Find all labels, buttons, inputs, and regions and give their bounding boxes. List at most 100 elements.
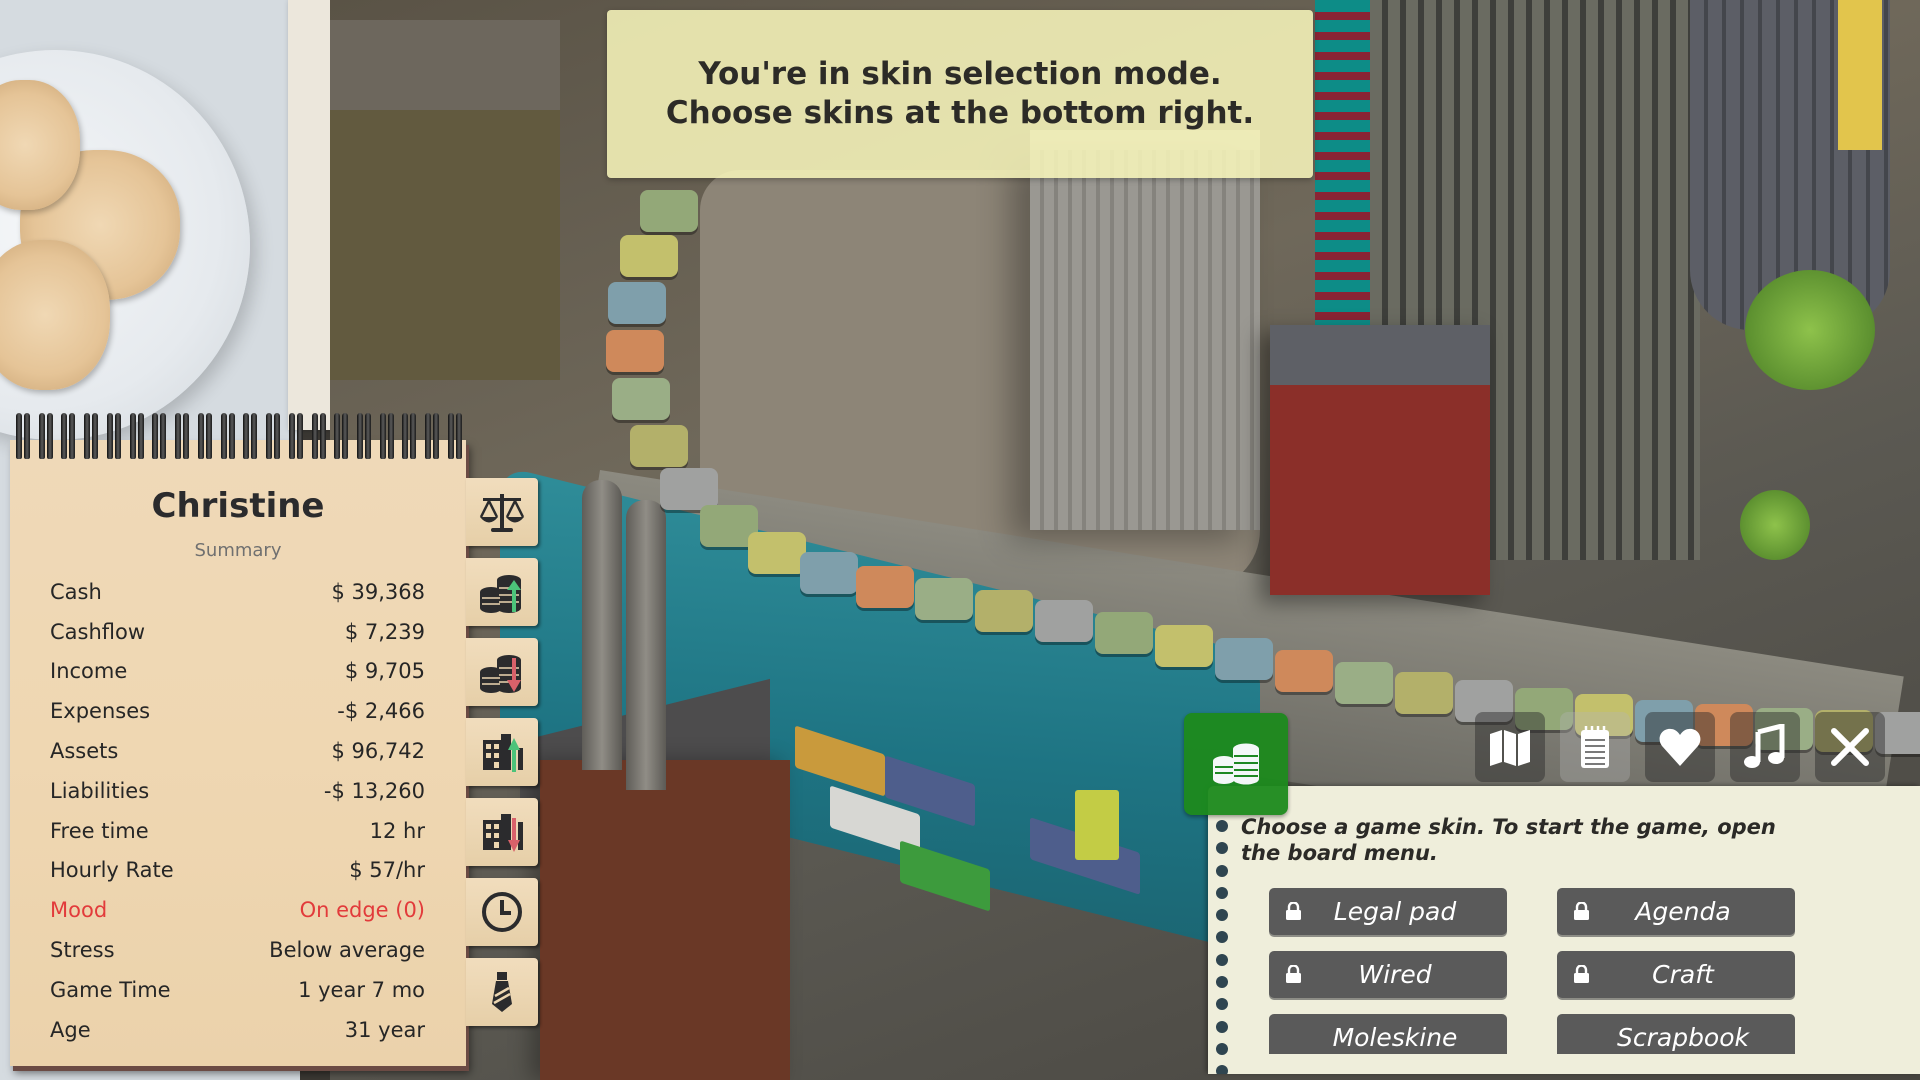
board-tile [608,282,666,324]
stat-row-game-time: Game Time 1 year 7 mo [50,970,425,1010]
cookie [0,240,110,390]
skin-list[interactable]: Legal pad Agenda Wired Craft Moleskine Scrapb… [1269,888,1869,1054]
notepad-button[interactable] [1560,712,1630,782]
finance-button[interactable] [1184,713,1288,815]
punch-hole [1216,1065,1228,1074]
stat-row-free-time: Free time 12 hr [50,811,425,851]
board-tile [606,330,664,372]
notebook-holes [1216,820,1230,1074]
stat-value: $ 7,239 [344,619,425,644]
photo-border [288,0,330,430]
spiral-coil [447,413,462,459]
tab-time[interactable] [466,878,538,946]
summary-section-label: Summary [194,540,282,561]
board-tile [1395,672,1453,714]
skin-label: Scrapbook [1616,1023,1750,1052]
stat-label: Game Time [50,977,171,1002]
board-tile [1035,600,1093,642]
stat-value: 12 hr [369,818,425,843]
spiral-coil [129,413,144,459]
spiral-coil [243,413,258,459]
lock-icon [1286,965,1301,983]
favorites-button[interactable] [1645,712,1715,782]
chimney [582,480,622,770]
board-tile [612,378,670,420]
summary-stats: Cash $ 39,368 Cashflow $ 7,239 Income $ 9,705… [50,572,425,1050]
notebook-spiral [14,413,464,459]
necktie-icon [492,972,512,1012]
board-tile [1215,638,1273,680]
stat-label: Cashflow [50,619,146,644]
stat-label: Stress [50,938,115,963]
spiral-coil [425,413,440,459]
coins-icon [1213,743,1259,785]
spiral-coil [266,413,281,459]
music-note-icon [1744,724,1785,768]
coins-down-icon [480,655,521,693]
banner-message: You're in skin selection mode. Choose sk… [665,56,1255,131]
stat-value: Below average [269,938,425,963]
lock-icon [1286,902,1301,920]
board-tile [620,235,678,277]
board-tile [800,552,858,594]
tab-liabilities[interactable] [466,798,538,866]
coins-up-icon [480,575,521,613]
stat-value: $ 57/hr [349,858,425,883]
skin-button-legal-pad[interactable]: Legal pad [1269,888,1507,935]
old-building-roof [330,20,560,110]
tab-income[interactable] [466,558,538,626]
board-tile [748,532,806,574]
building-down-icon [483,814,523,852]
skin-button-scrapbook[interactable]: Scrapbook [1557,1014,1795,1054]
stat-row-assets: Assets $ 96,742 [50,731,425,771]
punch-hole [1216,931,1228,944]
board-tile [660,468,718,510]
stat-row-mood: Mood On edge (0) [50,890,425,930]
spiral-coil [334,413,349,459]
heart-icon [1659,728,1701,766]
tab-summary[interactable] [466,478,538,546]
skin-button-moleskine[interactable]: Moleskine [1269,1014,1507,1054]
office-tower [1030,150,1260,530]
skin-label: Moleskine [1332,1023,1458,1052]
punch-hole [1216,953,1228,966]
spiral-coil [61,413,76,459]
map-icon [1490,730,1530,766]
lock-icon [1574,902,1589,920]
stat-label: Income [50,659,128,684]
punch-hole [1216,842,1228,855]
punch-hole [1216,864,1228,877]
close-button[interactable] [1815,712,1885,782]
board-tile [640,190,698,232]
stat-value: -$ 13,260 [323,778,425,803]
skin-button-wired[interactable]: Wired [1269,951,1507,998]
stat-row-liabilities: Liabilities -$ 13,260 [50,771,425,811]
board-tile [1275,650,1333,692]
music-button[interactable] [1730,712,1800,782]
building-up-icon [483,734,523,772]
tree [1745,270,1875,390]
skin-selection-panel: Choose a game skin. To start the game, o… [1208,786,1920,1074]
skin-button-agenda[interactable]: Agenda [1557,888,1795,935]
player-name: Christine [151,486,325,526]
stat-row-cash: Cash $ 39,368 [50,572,425,612]
tab-job[interactable] [466,958,538,1026]
stat-row-stress: Stress Below average [50,930,425,970]
neon-tower [1315,0,1375,380]
red-brick-roof [1270,325,1490,385]
punch-hole [1216,820,1228,832]
balance-scale-icon [479,494,525,532]
stat-value: 1 year 7 mo [298,977,425,1002]
map-button[interactable] [1475,712,1545,782]
tab-expenses[interactable] [466,638,538,706]
stat-row-cashflow: Cashflow $ 7,239 [50,612,425,652]
board-tile [630,425,688,467]
stat-label: Liabilities [50,778,150,803]
stat-value: $ 96,742 [331,739,425,764]
spiral-coil [38,413,53,459]
spiral-coil [84,413,99,459]
tab-assets[interactable] [466,718,538,786]
stat-label: Expenses [50,699,151,724]
skin-button-craft[interactable]: Craft [1557,951,1795,998]
board-tile [1095,612,1153,654]
